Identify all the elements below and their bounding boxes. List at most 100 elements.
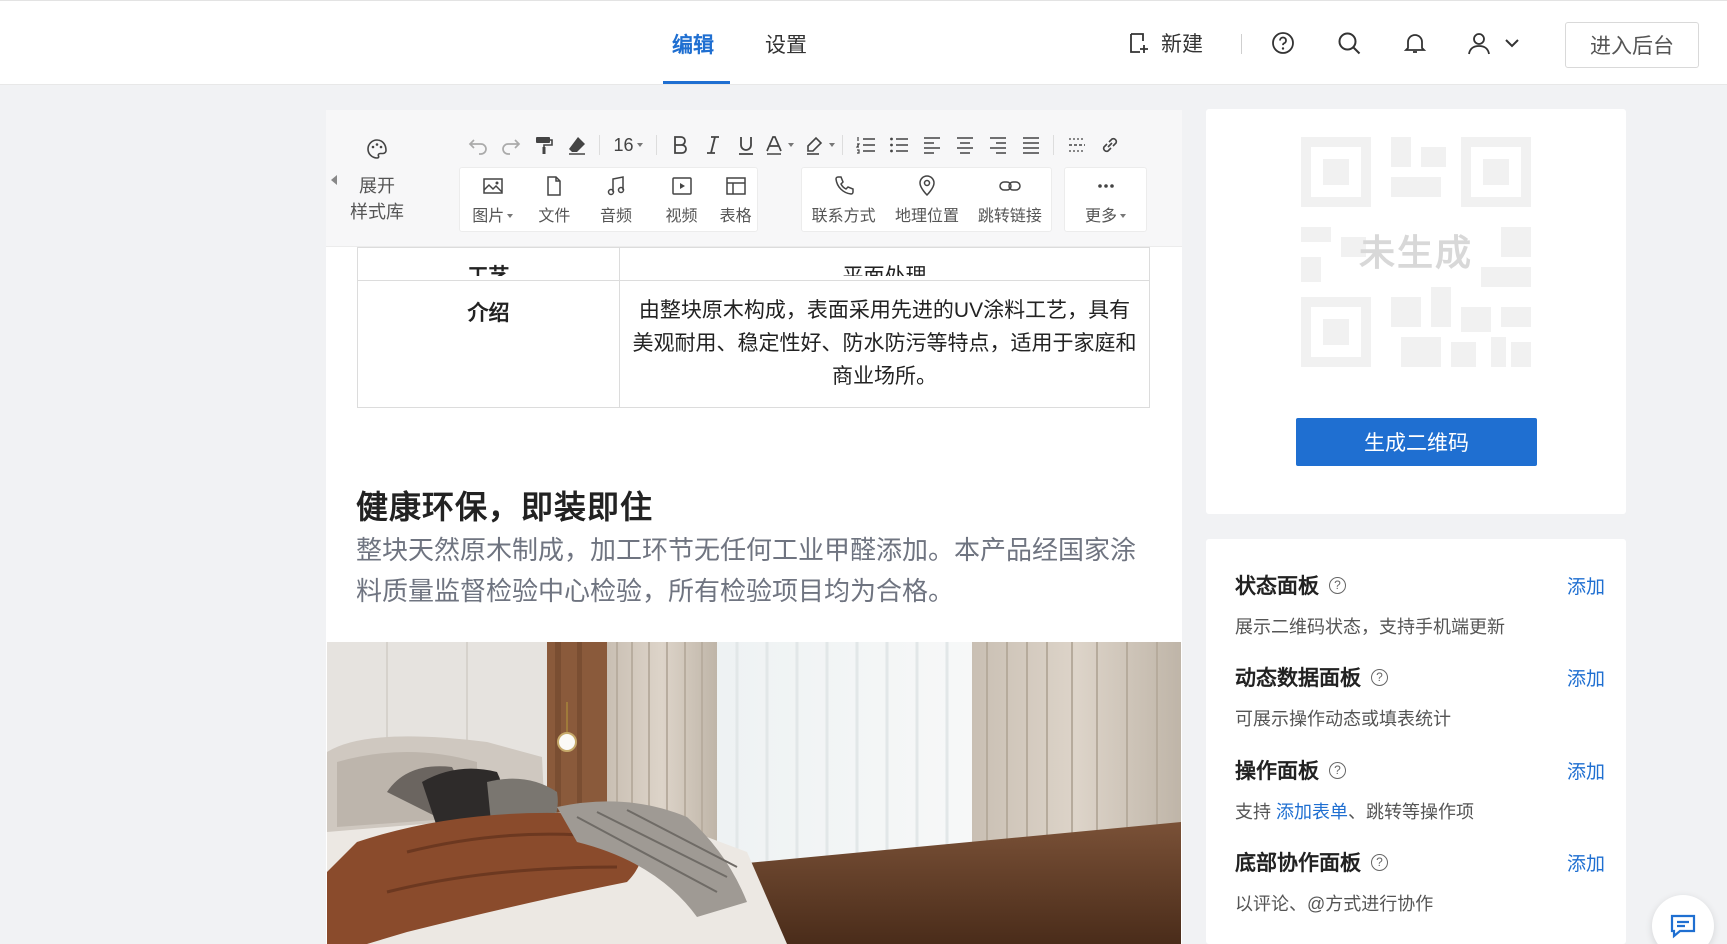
qr-code-card: 未生成 生成二维码 [1206,109,1626,514]
table-row: 工艺 平面处理 [357,247,1150,281]
justify-button[interactable] [1014,130,1047,160]
clear-format-button[interactable] [560,130,593,160]
bold-icon [673,136,687,154]
italic-button[interactable] [696,130,729,160]
link-button[interactable] [1093,130,1126,160]
tab-settings[interactable]: 设置 [765,29,807,59]
add-collab-panel-link[interactable]: 添加 [1567,849,1605,876]
font-size-select[interactable]: 16 [606,135,650,156]
image-icon [483,177,503,194]
panel-desc: 以评论、@方式进行协作 [1235,894,1434,914]
help-icon[interactable]: ? [1371,668,1388,686]
help-icon[interactable] [1270,30,1296,56]
insert-image-label: 图片 [472,202,514,226]
editor-panel: 展开 样式库 16 图片 文件 音频 视频 表格 联系方式 地理位置 跳转链接 … [326,110,1182,944]
bold-button[interactable] [663,130,696,160]
underline-icon [738,137,753,155]
phone-icon [834,175,854,195]
insert-location-button[interactable]: 地理位置 [885,168,968,231]
bell-icon[interactable] [1402,30,1428,56]
insert-file-button[interactable]: 文件 [526,168,584,231]
table-cell-body[interactable]: 平面处理 [619,247,1150,281]
editor-toolbar: 展开 样式库 16 图片 文件 音频 视频 表格 联系方式 地理位置 跳转链接 … [326,110,1182,247]
align-center-button[interactable] [948,130,981,160]
undo-button[interactable] [461,130,494,160]
chat-button[interactable] [1652,895,1714,944]
table-cell-head[interactable]: 介绍 [357,280,620,408]
user-icon[interactable] [1466,30,1492,56]
section-title[interactable]: 健康环保，即装即住 [356,482,653,528]
redo-button[interactable] [494,130,527,160]
insert-video-button[interactable]: 视频 [649,168,715,231]
qr-status-text: 未生成 [1358,232,1473,273]
separator [1053,135,1054,155]
format-row: 16 [461,130,1126,160]
add-status-panel-link[interactable]: 添加 [1567,572,1605,599]
divider-line-button[interactable] [1060,130,1093,160]
insert-audio-button[interactable]: 音频 [583,168,649,231]
style-lib-label-2: 样式库 [350,202,404,222]
more-dots-icon [1097,183,1114,188]
caret-icon [829,143,835,147]
align-left-button[interactable] [915,130,948,160]
link-icon [1102,137,1117,153]
font-color-button[interactable] [762,130,795,160]
insert-contact-button[interactable]: 联系方式 [802,168,885,231]
more-label: 更多 [1085,202,1126,226]
expand-style-library-button[interactable]: 展开 样式库 [344,138,410,225]
bedroom-photo[interactable] [327,642,1181,944]
panel-item-operation: 操作面板? 支持 添加表单、跳转等操作项 添加 [1235,755,1605,824]
function-insert-group: 联系方式 地理位置 跳转链接 [801,167,1052,232]
add-dynamic-panel-link[interactable]: 添加 [1567,664,1605,691]
generate-qr-button[interactable]: 生成二维码 [1296,418,1537,466]
panel-title: 动态数据面板 [1235,667,1361,690]
help-icon[interactable]: ? [1329,576,1346,594]
align-right-icon [989,137,1006,154]
italic-icon [706,136,719,154]
bullet-list-icon [889,137,908,153]
ordered-list-button[interactable] [849,130,882,160]
highlighter-icon [807,136,823,155]
music-icon [607,175,625,195]
highlight-button[interactable] [803,130,836,160]
new-doc-icon [1130,33,1148,53]
help-icon[interactable]: ? [1329,761,1346,779]
tab-edit[interactable]: 编辑 [672,29,714,59]
format-painter-button[interactable] [527,130,560,160]
insert-video-label: 视频 [665,207,698,225]
more-group: 更多 [1064,167,1147,232]
help-icon[interactable]: ? [1371,853,1388,871]
align-center-icon [956,137,973,154]
insert-audio-label: 音频 [599,207,632,225]
new-button[interactable]: 新建 [1127,28,1203,58]
panel-title: 操作面板 [1235,760,1319,783]
search-icon[interactable] [1336,30,1362,56]
insert-image-button[interactable]: 图片 [460,168,526,231]
insert-contact-label: 联系方式 [811,207,876,225]
add-operation-panel-link[interactable]: 添加 [1567,757,1605,784]
underline-button[interactable] [729,130,762,160]
chevron-down-icon[interactable] [1502,30,1522,56]
eraser-icon [568,137,585,155]
spec-table: 工艺 平面处理 介绍 由整块原木构成，表面采用先进的UV涂料工艺，具有美观耐用、… [357,247,1150,408]
qr-code-placeholder: 未生成 [1301,137,1531,367]
font-color-icon [766,136,782,155]
more-button[interactable]: 更多 [1065,168,1146,231]
insert-table-button[interactable]: 表格 [714,168,757,231]
justify-icon [1022,137,1039,154]
panel-item-status: 状态面板? 展示二维码状态，支持手机端更新 添加 [1235,570,1605,639]
section-paragraph[interactable]: 整块天然原木制成，加工环节无任何工业甲醛添加。本产品经国家涂料质量监督检验中心检… [356,530,1156,612]
font-size-value: 16 [613,134,634,155]
enter-backend-button[interactable]: 进入后台 [1565,22,1699,68]
table-cell-head[interactable]: 工艺 [357,247,620,281]
panel-desc: 可展示操作动态或填表统计 [1235,709,1451,729]
table-cell-body[interactable]: 由整块原木构成，表面采用先进的UV涂料工艺，具有美观耐用、稳定性好、防水防污等特… [619,280,1150,408]
bullet-list-button[interactable] [882,130,915,160]
add-form-link[interactable]: 添加表单 [1276,802,1348,822]
insert-jump-link-button[interactable]: 跳转链接 [969,168,1051,231]
collapse-arrow-icon[interactable] [331,175,337,185]
separator [599,135,600,155]
insert-file-label: 文件 [538,207,571,225]
insert-table-label: 表格 [719,207,752,225]
align-right-button[interactable] [981,130,1014,160]
